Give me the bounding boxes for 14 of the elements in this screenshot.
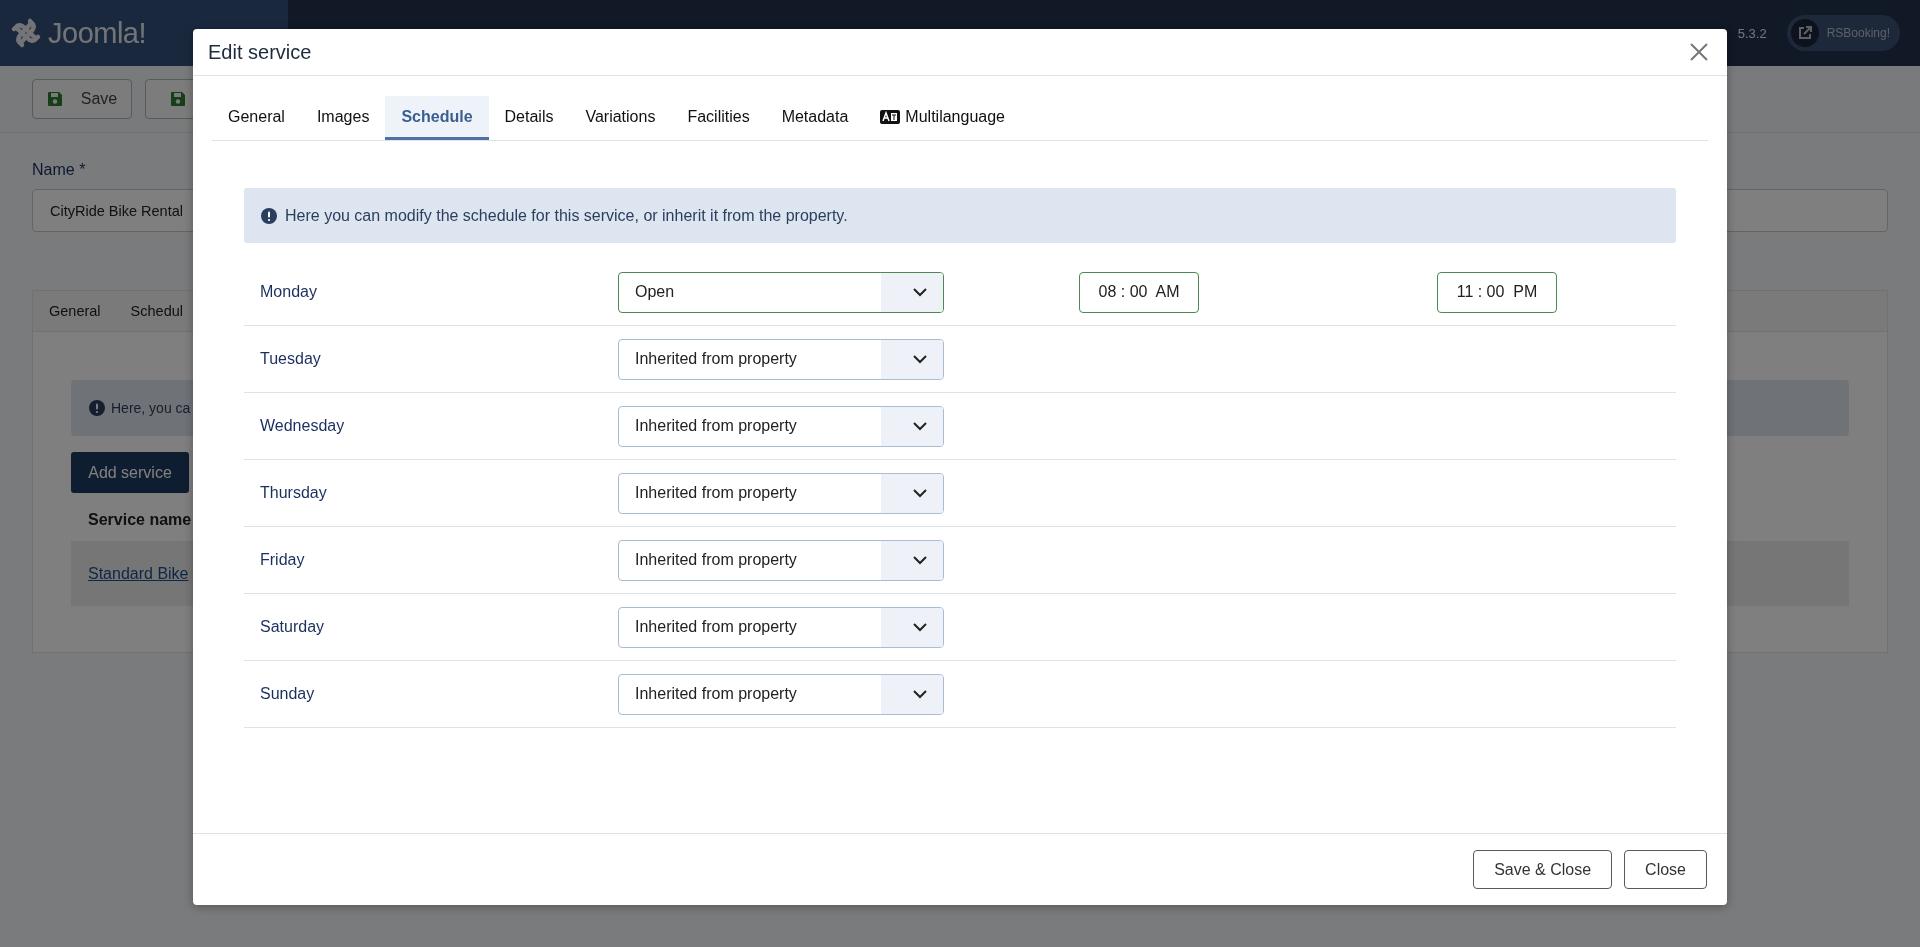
version-label: 5.3.2 [1737,25,1767,41]
day-label: Friday [259,551,306,569]
day-label: Monday [259,283,318,301]
day-label: Wednesday [259,417,346,435]
logo-text: Joomla! [48,16,147,50]
day-label: Sunday [259,685,316,703]
day-label: Thursday [259,484,328,502]
column-header: Service name [87,510,193,530]
field-label: Name * [32,160,87,180]
day-label: Tuesday [259,350,322,368]
info-text: Here you can modify the schedule for this service, or inherit it from the property. [285,206,848,225]
day-label: Saturday [259,618,326,636]
modal-title: Edit service [208,40,312,64]
info-text: Here, you ca [111,400,191,416]
